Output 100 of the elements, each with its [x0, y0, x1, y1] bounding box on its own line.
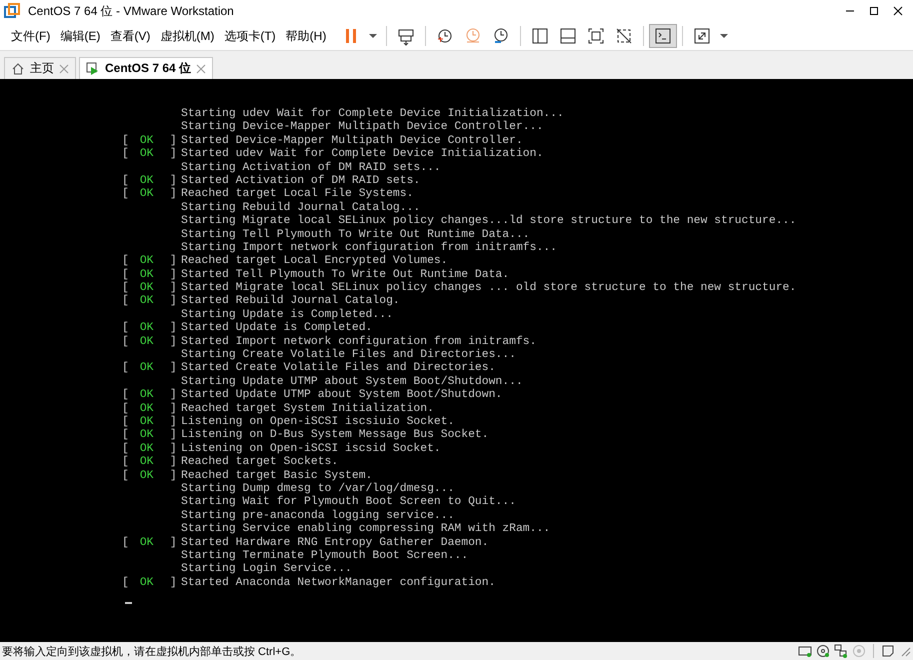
- ok-status: OK: [140, 282, 155, 295]
- menu-item[interactable]: 帮助(H): [280, 24, 332, 48]
- ok-status: OK: [140, 536, 155, 550]
- bracket: ]: [170, 134, 177, 148]
- cd-icon[interactable]: [816, 644, 830, 658]
- console-line: Reached target Local File Systems.: [181, 188, 414, 202]
- console-line: Starting Activation of DM RAID sets...: [181, 162, 441, 174]
- console-line: Listening on Open-iSCSI iscsid Socket.: [181, 442, 441, 456]
- console-line: Starting pre-anaconda logging service...: [181, 510, 454, 522]
- bracket: [: [122, 174, 129, 188]
- bracket: [: [122, 148, 129, 162]
- bracket: ]: [170, 470, 177, 483]
- console-line: Starting Tell Plymouth To Write Out Runtime Data...: [181, 228, 530, 242]
- ok-status: OK: [140, 174, 155, 188]
- bracket: ]: [170, 402, 177, 416]
- console-line: Reached target System Initialization.: [181, 402, 434, 416]
- console-line: Starting Login Service...: [181, 563, 352, 576]
- bracket: ]: [170, 576, 177, 590]
- ok-status: OK: [140, 134, 155, 148]
- bracket: ]: [170, 389, 177, 402]
- ok-status: OK: [140, 389, 155, 403]
- terminal-icon: [653, 26, 674, 46]
- bracket: [: [122, 188, 129, 202]
- console-line: Starting Wait for Plymouth Boot Screen to Quit...: [181, 496, 516, 510]
- ok-status: OK: [140, 416, 155, 429]
- home-icon: [11, 62, 25, 76]
- bracket: ]: [170, 255, 177, 268]
- bracket: [: [122, 255, 129, 268]
- menu-item[interactable]: 文件(F): [6, 24, 56, 48]
- console-line: Started Update is Completed.: [181, 322, 372, 336]
- console-line: Started Migrate local SELinux policy changes ... old store structure to the new structure.: [181, 282, 796, 294]
- bracket: ]: [170, 268, 177, 282]
- console-line: Starting Import network configuration from initramfs...: [181, 242, 557, 254]
- bracket: ]: [170, 416, 177, 428]
- bracket: ]: [170, 362, 177, 376]
- caret-icon: [369, 34, 378, 38]
- bracket: [: [122, 268, 129, 282]
- maximize-icon[interactable]: [869, 6, 879, 16]
- console-line: Started Update UTMP about System Boot/Shutdown.: [181, 389, 502, 402]
- cursor-icon: [125, 602, 132, 604]
- ok-status: OK: [140, 336, 155, 350]
- window-title: CentOS 7 64 位 - VMware Workstation: [28, 2, 235, 20]
- ok-status: OK: [140, 188, 155, 202]
- bracket: ]: [170, 429, 177, 442]
- bracket: [: [122, 416, 129, 428]
- ok-status: OK: [140, 322, 155, 336]
- console-line: Starting Migrate local SELinux policy changes...ld store structure to the new structure...: [181, 215, 796, 228]
- bracket: [: [122, 442, 129, 456]
- ok-status: OK: [140, 429, 155, 443]
- menu-item[interactable]: 编辑(E): [55, 24, 106, 48]
- tab[interactable]: CentOS 7 64 位: [79, 57, 214, 79]
- ok-status: OK: [140, 148, 155, 162]
- ok-status: OK: [140, 268, 155, 282]
- console-line: Started Rebuild Journal Catalog.: [181, 295, 400, 308]
- menu-item[interactable]: 选项卡(T): [219, 24, 281, 48]
- sidebar-layout-icon: [530, 26, 550, 46]
- fullscreen-icon: [586, 26, 606, 46]
- ok-status: OK: [140, 362, 155, 376]
- bracket: [: [122, 470, 129, 483]
- bracket: [: [122, 362, 129, 376]
- bracket: [: [122, 456, 129, 470]
- console-line: Starting Rebuild Journal Catalog...: [181, 202, 420, 214]
- bracket: [: [122, 282, 129, 294]
- bracket: [: [122, 429, 129, 442]
- bracket: ]: [170, 536, 177, 550]
- close-icon[interactable]: [893, 6, 903, 16]
- console-line: Started Import network configuration from initramfs.: [181, 336, 536, 348]
- message-icon[interactable]: [881, 644, 895, 658]
- console-line: Reached target Local Encrypted Volumes.: [181, 255, 448, 268]
- console-line: Reached target Sockets.: [181, 456, 338, 470]
- console-line: Starting Service enabling compressing RAM with zRam...: [181, 523, 550, 536]
- bracket: ]: [170, 282, 177, 294]
- console-line: Started Device-Mapper Multipath Device Controller.: [181, 134, 523, 148]
- console-line: Starting Update is Completed...: [181, 308, 393, 322]
- status-message: 要将输入定向到该虚拟机，请在虚拟机内部单击或按 Ctrl+G。: [2, 644, 302, 658]
- ok-status: OK: [140, 576, 155, 590]
- network-icon[interactable]: [834, 644, 848, 658]
- console-line: Starting Create Volatile Files and Directories...: [181, 349, 516, 362]
- bracket: ]: [170, 148, 177, 162]
- tab[interactable]: 主页: [4, 57, 76, 79]
- bracket: ]: [170, 442, 177, 456]
- menu-item[interactable]: 查看(V): [105, 24, 156, 48]
- resize-grip-icon: [899, 645, 911, 657]
- toolbar-button[interactable]: [649, 24, 678, 48]
- panel-layout-icon: [558, 26, 578, 46]
- bracket: ]: [170, 456, 177, 470]
- bracket: [: [122, 389, 129, 402]
- caret-icon: [720, 34, 728, 38]
- bracket: [: [122, 295, 129, 309]
- ok-status: OK: [140, 255, 155, 269]
- bracket: [: [122, 134, 129, 148]
- console-line: Started Anaconda NetworkManager configuration.: [181, 576, 496, 590]
- ok-status: OK: [140, 295, 155, 309]
- ok-status: OK: [140, 470, 155, 483]
- bracket: ]: [170, 336, 177, 350]
- console-line: Starting udev Wait for Complete Device Initialization...: [181, 108, 564, 120]
- console-line: Started Tell Plymouth To Write Out Runtime Data.: [181, 268, 510, 282]
- bracket: ]: [170, 188, 177, 202]
- bracket: [: [122, 336, 129, 350]
- menu-item[interactable]: 虚拟机(M): [155, 24, 220, 48]
